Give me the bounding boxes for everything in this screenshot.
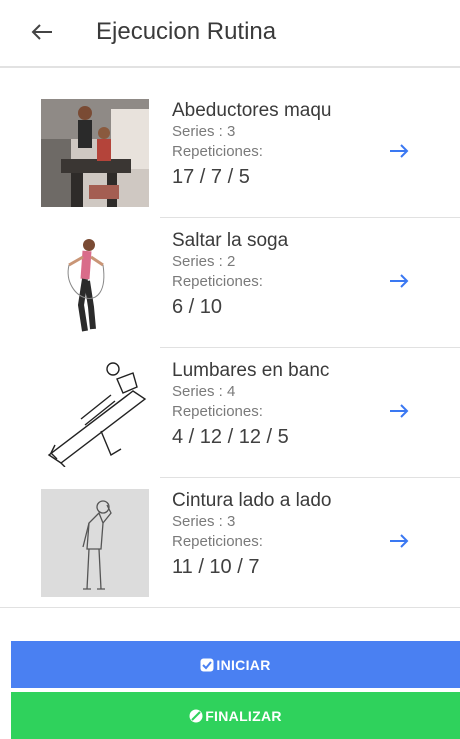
row-divider — [0, 607, 460, 608]
exercise-name: Lumbares en banc — [172, 360, 330, 381]
arrow-right-icon — [390, 534, 409, 548]
repetitions-label: Repeticiones: — [172, 273, 263, 290]
arrow-left-icon — [31, 24, 52, 40]
start-button[interactable]: INICIAR — [11, 641, 460, 688]
exercise-series: Series : 4 — [172, 383, 236, 400]
exercise-name: Saltar la soga — [172, 230, 289, 251]
block-icon — [189, 709, 203, 723]
exercise-row[interactable]: Abeductores maqu Series : 3 Repeticiones… — [0, 88, 460, 218]
exercise-series: Series : 3 — [172, 123, 236, 140]
exercise-thumbnail — [41, 99, 149, 207]
exercise-series: Series : 3 — [172, 513, 236, 530]
exercise-name: Abeductores maqu — [172, 100, 332, 121]
exercise-name: Cintura lado a lado — [172, 490, 332, 511]
arrow-right-icon — [390, 144, 409, 158]
repetitions-label: Repeticiones: — [172, 533, 263, 550]
exercise-row[interactable]: Cintura lado a lado Series : 3 Repeticio… — [0, 478, 460, 608]
repetitions-values: 6 / 10 — [172, 296, 223, 318]
repetitions-label: Repeticiones: — [172, 403, 263, 420]
gym-machine-photo — [41, 99, 149, 207]
start-button-label: INICIAR — [216, 656, 271, 673]
exercise-list: Abeductores maqu Series : 3 Repeticiones… — [0, 88, 460, 608]
open-exercise-button[interactable] — [384, 266, 414, 296]
repetitions-values: 4 / 12 / 12 / 5 — [172, 426, 289, 448]
jump-rope-illustration — [41, 229, 149, 337]
exercise-info: Lumbares en banc Series : 4 Repeticiones… — [172, 360, 367, 450]
finish-button[interactable]: FINALIZAR — [11, 692, 460, 739]
exercise-thumbnail — [41, 229, 149, 337]
exercise-series: Series : 2 — [172, 253, 236, 270]
open-exercise-button[interactable] — [384, 526, 414, 556]
open-exercise-button[interactable] — [384, 136, 414, 166]
app-header: Ejecucion Rutina — [0, 0, 460, 68]
back-button[interactable] — [26, 14, 58, 50]
exercise-thumbnail — [41, 489, 149, 597]
page-title: Ejecucion Rutina — [96, 18, 277, 45]
repetitions-values: 17 / 7 / 5 — [172, 166, 250, 188]
arrow-right-icon — [390, 274, 409, 288]
repetitions-values: 11 / 10 / 7 — [172, 556, 260, 578]
exercise-row[interactable]: Saltar la soga Series : 2 Repeticiones: … — [0, 218, 460, 348]
back-extension-bench-sketch — [41, 359, 149, 467]
exercise-info: Cintura lado a lado Series : 3 Repeticio… — [172, 490, 367, 580]
repetitions-label: Repeticiones: — [172, 143, 263, 160]
arrow-right-icon — [390, 404, 409, 418]
exercise-thumbnail — [41, 359, 149, 467]
waist-side-bend-figure — [41, 489, 149, 597]
open-exercise-button[interactable] — [384, 396, 414, 426]
exercise-info: Saltar la soga Series : 2 Repeticiones: … — [172, 230, 367, 320]
exercise-row[interactable]: Lumbares en banc Series : 4 Repeticiones… — [0, 348, 460, 478]
check-circle-icon — [200, 658, 214, 672]
finish-button-label: FINALIZAR — [205, 707, 282, 724]
exercise-info: Abeductores maqu Series : 3 Repeticiones… — [172, 100, 367, 190]
